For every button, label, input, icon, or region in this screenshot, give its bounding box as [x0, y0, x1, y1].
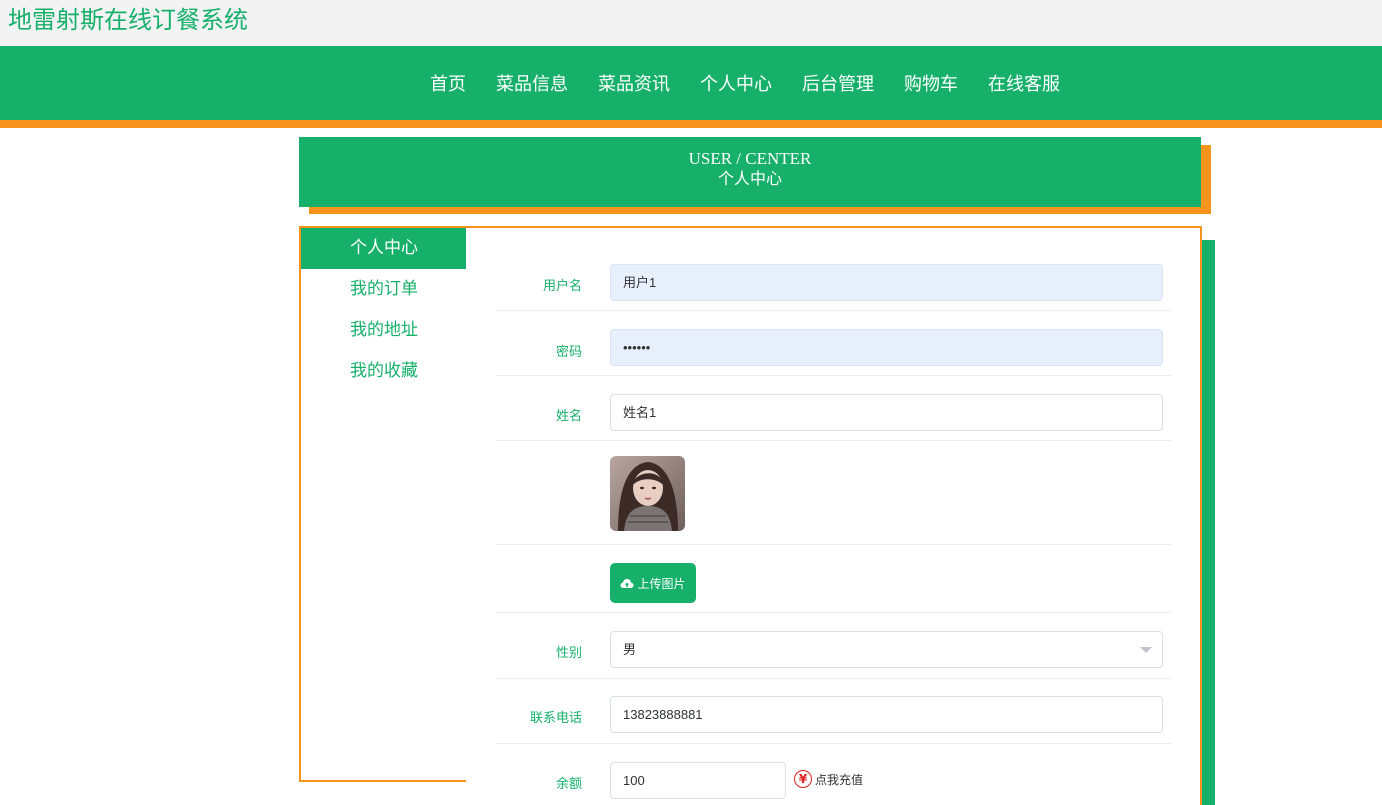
nav-item-support[interactable]: 在线客服 [988, 70, 1060, 96]
upload-image-button[interactable]: 上传图片 [610, 563, 696, 603]
password-input[interactable]: •••••• [610, 329, 1163, 366]
cloud-upload-icon [620, 578, 634, 588]
form-row-upload: 上传图片 [496, 545, 1172, 613]
name-input[interactable]: 姓名1 [610, 394, 1163, 431]
banner-title-en: USER / CENTER [688, 149, 812, 168]
recharge-link[interactable]: ¥ 点我充值 [794, 770, 863, 788]
sidebar-item-my-orders[interactable]: 我的订单 [301, 269, 467, 310]
form-row-gender: 性别 男 [496, 613, 1172, 679]
sidebar-item-user-center[interactable]: 个人中心 [301, 228, 467, 269]
site-title: 地雷射斯在线订餐系统 [8, 6, 248, 34]
form-row-username: 用户名 用户1 [496, 245, 1172, 311]
panel-shadow [1201, 240, 1215, 805]
nav-item-cart[interactable]: 购物车 [904, 70, 958, 96]
form-row-phone: 联系电话 13823888881 [496, 679, 1172, 744]
recharge-label: 点我充值 [815, 772, 864, 787]
nav-item-user-center[interactable]: 个人中心 [700, 70, 772, 96]
yen-icon: ¥ [794, 770, 812, 788]
top-bar: 地雷射斯在线订餐系统 [0, 0, 1382, 46]
gender-select[interactable]: 男 [610, 631, 1163, 668]
nav-item-dish-news[interactable]: 菜品资讯 [598, 70, 670, 96]
username-input[interactable]: 用户1 [610, 264, 1163, 301]
section-banner: USER / CENTER 个人中心 [299, 137, 1201, 207]
form-row-name: 姓名 姓名1 [496, 376, 1172, 441]
balance-input[interactable]: 100 [610, 762, 786, 799]
phone-label: 联系电话 [529, 711, 582, 726]
form-row-avatar [496, 441, 1172, 545]
chevron-down-icon [1140, 647, 1152, 653]
form-row-balance: 余额 100 ¥ 点我充值 [496, 744, 1172, 805]
balance-label: 余额 [555, 777, 582, 792]
gender-selected-value: 男 [623, 642, 637, 657]
main-nav: 首页 菜品信息 菜品资讯 个人中心 后台管理 购物车 在线客服 [0, 46, 1382, 128]
password-label: 密码 [555, 345, 582, 360]
username-label: 用户名 [542, 279, 582, 294]
name-label: 姓名 [555, 409, 582, 424]
sidebar-item-my-favorites[interactable]: 我的收藏 [301, 351, 467, 392]
nav-item-admin[interactable]: 后台管理 [802, 70, 874, 96]
nav-item-dish-info[interactable]: 菜品信息 [496, 70, 568, 96]
phone-input[interactable]: 13823888881 [610, 696, 1163, 733]
gender-label: 性别 [555, 646, 582, 661]
upload-image-label: 上传图片 [637, 576, 686, 591]
user-sidebar: 个人中心 我的订单 我的地址 我的收藏 [299, 226, 469, 782]
sidebar-item-my-address[interactable]: 我的地址 [301, 310, 467, 351]
nav-item-home[interactable]: 首页 [430, 70, 466, 96]
avatar-image [610, 456, 685, 531]
banner-title-cn: 个人中心 [717, 171, 782, 188]
form-row-password: 密码 •••••• [496, 311, 1172, 376]
